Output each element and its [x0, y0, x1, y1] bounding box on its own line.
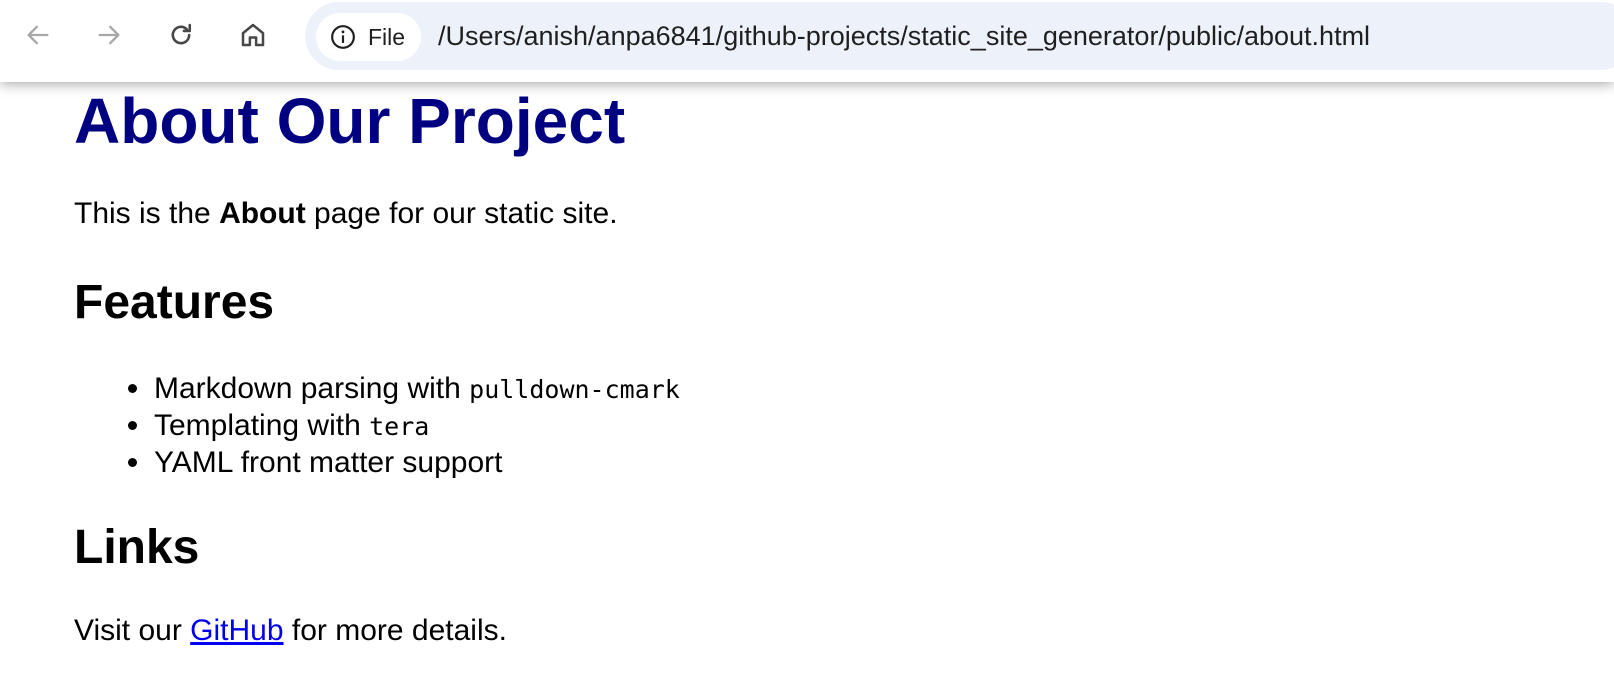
feature-text: Markdown parsing with — [154, 372, 470, 405]
info-icon — [330, 24, 356, 50]
bullet-icon — [128, 458, 137, 467]
reload-icon — [167, 21, 195, 49]
page-title: About Our Project — [74, 85, 626, 157]
site-info-chip[interactable]: File — [316, 13, 421, 61]
reload-button[interactable] — [158, 12, 204, 58]
url-text[interactable]: /Users/anish/anpa6841/github-projects/st… — [438, 2, 1370, 70]
home-icon — [238, 20, 268, 50]
list-item: YAML front matter support — [128, 444, 680, 481]
visit-paragraph: Visit our GitHub for more details. — [74, 614, 507, 648]
feature-code: tera — [369, 412, 430, 441]
features-heading: Features — [74, 276, 275, 329]
bullet-icon — [128, 384, 137, 393]
features-list: Markdown parsing with pulldown-cmark Tem… — [74, 370, 680, 481]
browser-toolbar: File /Users/anish/anpa6841/github-projec… — [0, 0, 1614, 82]
home-button[interactable] — [230, 12, 276, 58]
list-item: Templating with tera — [128, 407, 680, 444]
feature-text: YAML front matter support — [154, 446, 503, 479]
arrow-right-icon — [95, 21, 123, 49]
visit-text-after: for more details. — [283, 614, 507, 647]
github-link[interactable]: GitHub — [190, 614, 283, 647]
intro-bold-text: About — [219, 197, 306, 230]
intro-paragraph: This is the About page for our static si… — [74, 197, 618, 231]
address-bar[interactable]: File /Users/anish/anpa6841/github-projec… — [305, 2, 1614, 70]
forward-button[interactable] — [86, 12, 132, 58]
chip-label: File — [368, 23, 406, 50]
list-item: Markdown parsing with pulldown-cmark — [128, 370, 680, 407]
feature-code: pulldown-cmark — [469, 375, 680, 404]
intro-text-before: This is the — [74, 197, 220, 230]
bullet-icon — [128, 421, 137, 430]
back-button[interactable] — [15, 12, 61, 58]
feature-text: Templating with — [154, 409, 370, 442]
links-heading: Links — [74, 521, 200, 574]
arrow-left-icon — [24, 21, 52, 49]
intro-text-after: page for our static site. — [305, 197, 618, 230]
visit-text-before: Visit our — [74, 614, 191, 647]
